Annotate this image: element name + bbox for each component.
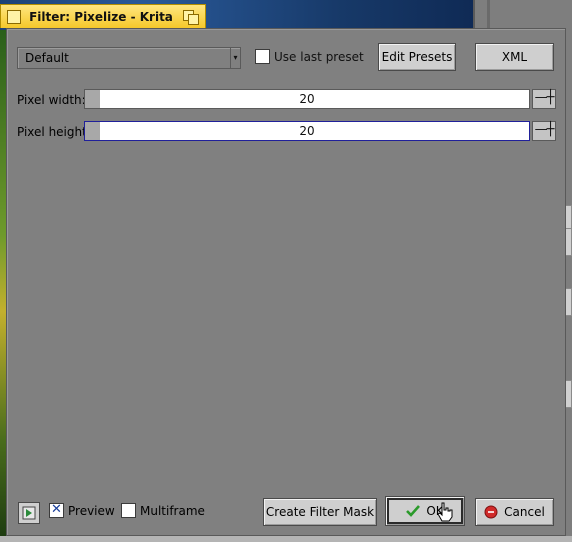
multiframe-label: Multiframe <box>140 503 205 518</box>
preview-option[interactable]: Preview <box>49 502 115 518</box>
aspect-lock-icon[interactable]: —┼ <box>532 89 556 109</box>
hand-cursor-icon <box>437 502 453 522</box>
window-menu-icon[interactable] <box>7 9 21 24</box>
use-last-preset-option[interactable]: Use last preset <box>255 49 364 64</box>
preview-toggle-icon <box>22 506 36 520</box>
create-filter-mask-button[interactable]: Create Filter Mask <box>263 498 377 526</box>
pixel-height-value: 20 <box>299 124 315 138</box>
use-last-preset-checkbox[interactable] <box>255 49 270 64</box>
use-last-preset-label: Use last preset <box>274 49 364 64</box>
aspect-lock-icon[interactable]: —┼ <box>532 121 556 141</box>
multiframe-checkbox[interactable] <box>121 503 136 518</box>
restore-icon[interactable] <box>181 8 201 26</box>
xml-button[interactable]: XML <box>475 43 554 71</box>
dialog-titlebar[interactable]: Filter: Pixelize - Krita <box>0 4 206 28</box>
dialog-title: Filter: Pixelize - Krita <box>29 9 173 24</box>
pixel-height-slider[interactable]: 20 <box>84 121 530 141</box>
edit-presets-button[interactable]: Edit Presets <box>378 43 456 71</box>
cancel-button[interactable]: Cancel <box>475 498 554 526</box>
preview-label: Preview <box>68 503 115 518</box>
preset-combobox-value: Default <box>25 51 69 65</box>
cancel-icon <box>484 505 498 519</box>
pixel-height-label: Pixel height: <box>17 125 91 139</box>
dropdown-arrow-icon[interactable]: ▾ <box>230 48 240 68</box>
pixel-width-slider[interactable]: 20 <box>84 89 530 109</box>
status-bar-background <box>0 536 572 542</box>
preview-toggle-button[interactable] <box>18 502 40 524</box>
filter-dialog: Default ▾ Use last preset Edit Presets X… <box>6 28 566 536</box>
edit-presets-label: Edit Presets <box>381 50 453 64</box>
pixel-width-value: 20 <box>299 92 315 106</box>
xml-label: XML <box>501 50 528 64</box>
pixel-width-label: Pixel width: <box>17 93 86 107</box>
preset-combobox[interactable]: Default ▾ <box>17 47 241 69</box>
ok-button[interactable]: OK <box>385 496 465 526</box>
cancel-label: Cancel <box>504 505 545 519</box>
checkmark-icon <box>406 505 421 517</box>
create-filter-mask-label: Create Filter Mask <box>265 505 375 519</box>
multiframe-option[interactable]: Multiframe <box>121 503 205 518</box>
preview-checkbox[interactable] <box>49 502 64 518</box>
